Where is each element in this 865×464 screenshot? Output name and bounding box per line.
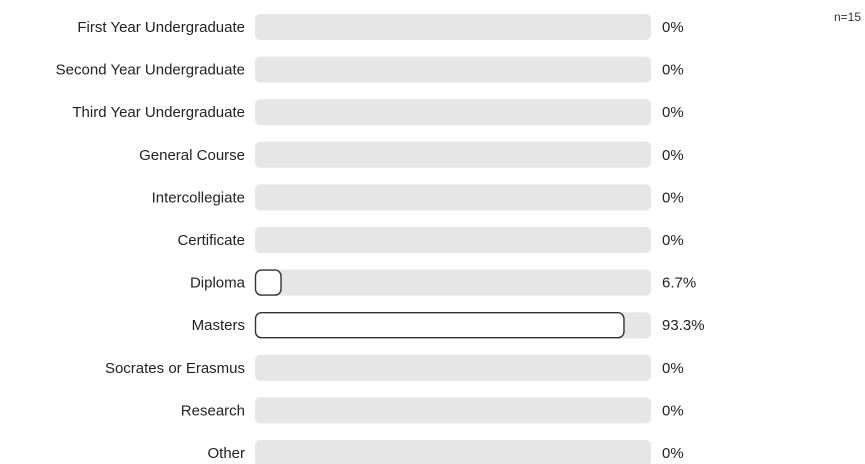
category-label: General Course (139, 147, 245, 164)
bar-row: First Year Undergraduate 0% (77, 14, 684, 40)
bar-value (254, 269, 282, 296)
bar-row: Intercollegiate 0% (152, 184, 684, 211)
bar-row: Socrates or Erasmus 0% (105, 354, 684, 381)
bar-track (255, 397, 651, 424)
category-label: Second Year Undergraduate (56, 62, 245, 79)
value-label: 0% (662, 189, 684, 206)
bar-track (255, 227, 651, 253)
category-label: Research (181, 402, 245, 419)
bar-value (254, 312, 625, 339)
value-label: 0% (662, 402, 684, 419)
bar-row: Research 0% (181, 397, 684, 424)
category-label: Certificate (177, 232, 245, 249)
horizontal-bar-chart: First Year Undergraduate 0%Second Year Un… (56, 14, 705, 464)
bar-row: Certificate 0% (177, 227, 684, 253)
bar-track (255, 56, 651, 83)
bar-row: Diploma 6.7% (190, 269, 696, 296)
value-label: 0% (662, 19, 684, 36)
bar-row: Second Year Undergraduate 0% (56, 56, 684, 83)
bar-track (255, 184, 651, 211)
category-label: First Year Undergraduate (77, 19, 245, 36)
bar-track (255, 14, 651, 40)
value-label: 0% (662, 445, 684, 462)
category-label: Masters (192, 317, 245, 334)
value-label: 93.3% (662, 317, 705, 334)
value-label: 0% (662, 360, 684, 377)
bar-track (255, 269, 651, 296)
value-label: 0% (662, 232, 684, 249)
bar-row: Other 0% (207, 440, 684, 464)
category-label: Socrates or Erasmus (105, 360, 245, 377)
value-label: 0% (662, 147, 684, 164)
bar-track (255, 354, 651, 381)
category-label: Third Year Undergraduate (72, 104, 245, 121)
category-label: Intercollegiate (152, 189, 245, 206)
value-label: 0% (662, 62, 684, 79)
bar-track (255, 440, 651, 464)
bar-row: General Course 0% (139, 141, 684, 168)
bar-row: Third Year Undergraduate 0% (72, 99, 684, 126)
bar-row: Masters 93.3% (192, 312, 705, 339)
value-label: 0% (662, 104, 684, 121)
category-label: Other (207, 445, 245, 462)
value-label: 6.7% (662, 275, 696, 292)
category-label: Diploma (190, 275, 246, 292)
bar-track (255, 141, 651, 168)
bar-track (255, 99, 651, 126)
